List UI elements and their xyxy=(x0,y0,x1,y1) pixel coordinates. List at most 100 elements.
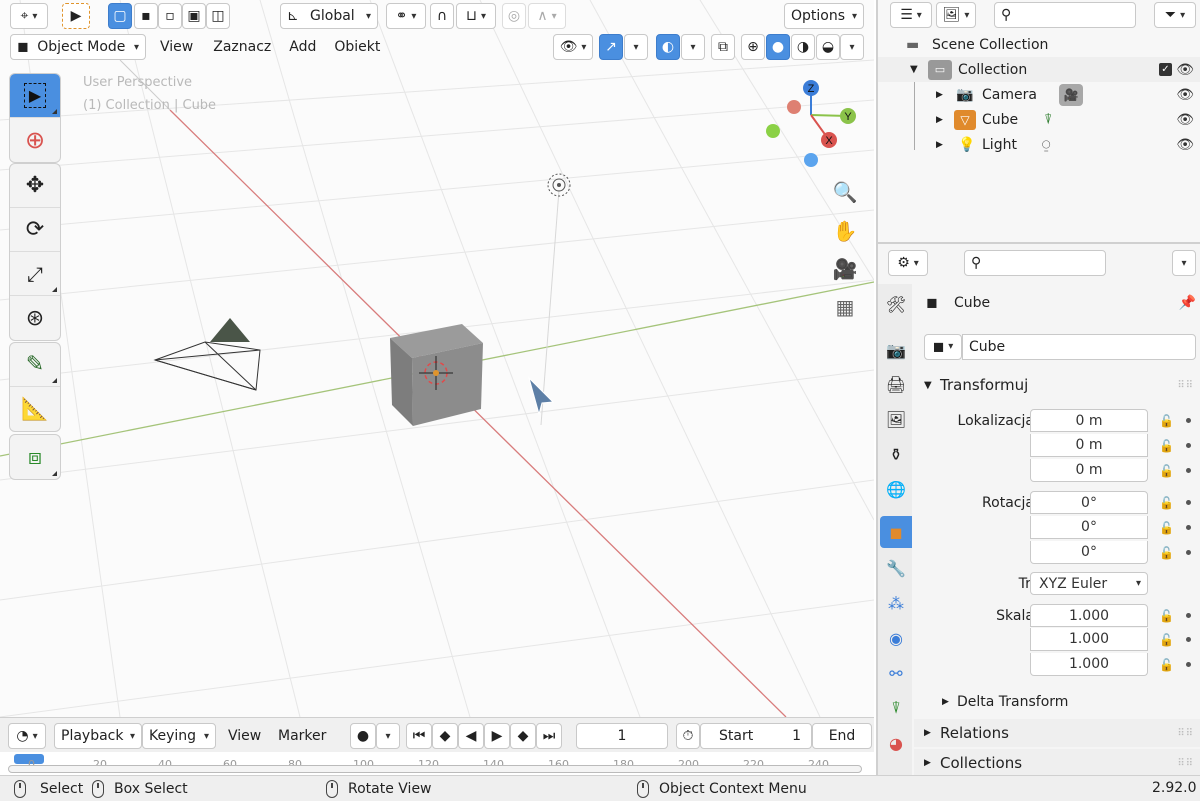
menu-select[interactable]: Zaznacz xyxy=(205,39,279,55)
keyframe-dot[interactable] xyxy=(1186,662,1191,667)
gizmo-dropdown[interactable]: ▾ xyxy=(624,34,648,60)
eye-icon[interactable]: 👁 xyxy=(1176,87,1194,103)
play-button[interactable]: ▶ xyxy=(484,723,510,749)
3d-viewport[interactable]: Z Y X ⌖ ▾ ▶ ▢ ▪ ▫ ▣ ◫ ⊾ Global ▾ ⚭ ▾ ∩ ⊔ ▾ ◎ … xyxy=(0,0,874,717)
keyframe-dot[interactable] xyxy=(1186,443,1191,448)
tab-physics[interactable]: ◉ xyxy=(880,622,912,654)
tool-cursor[interactable]: ⊕ xyxy=(10,118,60,162)
next-keyframe-button[interactable]: ◆ xyxy=(510,723,536,749)
lock-icon[interactable]: 🔓 xyxy=(1159,464,1174,478)
mesh-data-icon[interactable]: ⍒ xyxy=(1044,112,1052,128)
drag-grip-icon[interactable]: ⠿⠿ xyxy=(1177,728,1194,739)
drag-grip-icon[interactable]: ⠿⠿ xyxy=(1177,758,1194,769)
light-data-icon[interactable]: ⍜ xyxy=(1042,137,1050,153)
proportional-edit-toggle[interactable]: ◎ xyxy=(502,3,526,29)
lock-icon[interactable]: 🔓 xyxy=(1159,609,1174,623)
tool-scale[interactable]: ⤢ xyxy=(10,252,60,296)
properties-editor-type[interactable]: ⚙ ▾ xyxy=(888,250,928,276)
shading-solid[interactable]: ● xyxy=(766,34,790,60)
record-button[interactable]: ● xyxy=(350,723,376,749)
outliner-search-input[interactable]: ⚲ xyxy=(994,2,1136,28)
scale-z-field[interactable]: 1.000 xyxy=(1030,653,1148,676)
camera-data-icon[interactable]: 🎥 xyxy=(1059,83,1083,106)
tool-move[interactable]: ✥ xyxy=(10,164,60,208)
menu-add[interactable]: Add xyxy=(281,39,324,55)
location-z-field[interactable]: 0 m xyxy=(1030,459,1148,482)
prev-keyframe-button[interactable]: ◆ xyxy=(432,723,458,749)
gizmo-toggle[interactable]: ↗ xyxy=(599,34,623,60)
tab-render[interactable]: 📷 xyxy=(880,334,912,366)
checkbox-icon[interactable]: ✓ xyxy=(1159,63,1172,76)
select-new-button[interactable]: ▢ xyxy=(108,3,132,29)
transform-section-header[interactable]: ▼ Transformuj ⠿⠿ xyxy=(914,371,1200,399)
snap-dropdown[interactable]: ⊔ ▾ xyxy=(456,3,496,29)
mode-dropdown[interactable]: ◼ Object Mode ▾ xyxy=(10,34,146,60)
end-frame-field[interactable]: End xyxy=(812,723,872,749)
outliner-editor-type[interactable]: ☰ ▾ xyxy=(890,2,932,28)
outliner-item-cube[interactable]: ▶ ▽ Cube ⍒ 👁 xyxy=(878,107,1200,132)
lock-icon[interactable]: 🔓 xyxy=(1159,496,1174,510)
collection-row[interactable]: ▼ ▭ Collection ✓ 👁 xyxy=(878,57,1200,82)
tab-particles[interactable]: ⁂ xyxy=(880,587,912,619)
drag-grip-icon[interactable]: ⠿⠿ xyxy=(1177,380,1194,391)
current-frame-field[interactable]: 1 xyxy=(576,723,668,749)
tool-add-cube[interactable]: ⧈ xyxy=(10,435,60,479)
keyframe-dot[interactable] xyxy=(1186,525,1191,530)
record-dropdown[interactable]: ▾ xyxy=(376,723,400,749)
overlays-dropdown[interactable]: ▾ xyxy=(681,34,705,60)
keyframe-dot[interactable] xyxy=(1186,468,1191,473)
editor-type-button[interactable]: ⌖ ▾ xyxy=(10,3,48,29)
navigation-gizmo[interactable]: Z Y X xyxy=(766,80,856,167)
tab-output[interactable]: 🖨 xyxy=(880,368,912,400)
lock-icon[interactable]: 🔓 xyxy=(1159,521,1174,535)
visibility-dropdown[interactable]: 👁 ▾ xyxy=(553,34,593,60)
scale-y-field[interactable]: 1.000 xyxy=(1030,628,1148,651)
location-y-field[interactable]: 0 m xyxy=(1030,434,1148,457)
options-dropdown[interactable]: Options ▾ xyxy=(784,3,864,29)
delta-transform-header[interactable]: ▶ Delta Transform xyxy=(914,688,1200,716)
tab-modifiers[interactable]: 🔧 xyxy=(880,552,912,584)
tab-world[interactable]: 🌐 xyxy=(880,473,912,505)
cube-object[interactable] xyxy=(390,324,483,426)
tool-rotate[interactable]: ⟳ xyxy=(10,208,60,252)
collapse-icon[interactable]: ▼ xyxy=(910,64,918,75)
jump-start-button[interactable]: ⏮ xyxy=(406,723,432,749)
timeline-editor-type[interactable]: ◔ ▾ xyxy=(8,723,46,749)
ortho-grid-icon[interactable]: ▦ xyxy=(832,294,858,320)
location-x-field[interactable]: 0 m xyxy=(1030,409,1148,432)
lock-icon[interactable]: 🔓 xyxy=(1159,414,1174,428)
menu-object[interactable]: Obiekt xyxy=(326,39,388,55)
select-extend-button[interactable]: ▪ xyxy=(134,3,158,29)
timeline-ruler[interactable]: 020406080100120140160180200220240 xyxy=(0,752,874,776)
rotation-z-field[interactable]: 0° xyxy=(1030,541,1148,564)
tab-tool[interactable]: 🛠 xyxy=(880,288,912,320)
rotation-y-field[interactable]: 0° xyxy=(1030,516,1148,539)
keyframe-dot[interactable] xyxy=(1186,613,1191,618)
camera-view-icon[interactable]: 🎥 xyxy=(832,256,858,282)
select-subtract-button[interactable]: ▫ xyxy=(158,3,182,29)
tab-constraints[interactable]: ⚯ xyxy=(880,657,912,689)
tab-scene[interactable]: ⚱ xyxy=(880,438,912,470)
timeline-scrollbar[interactable] xyxy=(8,765,862,773)
tool-select-box[interactable]: ▶ xyxy=(10,74,60,118)
shading-wireframe[interactable]: ⊕ xyxy=(741,34,765,60)
keyframe-dot[interactable] xyxy=(1186,637,1191,642)
shading-rendered[interactable]: ◒ xyxy=(816,34,840,60)
camera-object[interactable] xyxy=(153,318,261,391)
object-datablock-dropdown[interactable]: ◼ ▾ xyxy=(924,333,962,360)
properties-search-input[interactable]: ⚲ xyxy=(964,250,1106,276)
zoom-icon[interactable]: 🔍 xyxy=(832,179,858,205)
collections-section-header[interactable]: ▶ Collections ⠿⠿ xyxy=(914,749,1200,777)
filter-dropdown[interactable]: ⏷ ▾ xyxy=(1154,2,1196,28)
lock-icon[interactable]: 🔓 xyxy=(1159,546,1174,560)
xray-toggle[interactable]: ⧉ xyxy=(711,34,735,60)
tab-object[interactable]: ◼ xyxy=(880,516,912,548)
shading-material[interactable]: ◑ xyxy=(791,34,815,60)
tab-view-layer[interactable]: 🖼 xyxy=(880,403,912,435)
expand-icon[interactable]: ▶ xyxy=(936,115,943,125)
start-frame-field[interactable]: Start 1 xyxy=(700,723,812,749)
expand-icon[interactable]: ▶ xyxy=(936,90,943,100)
tab-object-data[interactable]: ⍒ xyxy=(880,692,912,724)
orientation-dropdown[interactable]: ⊾ Global ▾ xyxy=(280,3,378,29)
menu-view[interactable]: View xyxy=(152,39,201,55)
